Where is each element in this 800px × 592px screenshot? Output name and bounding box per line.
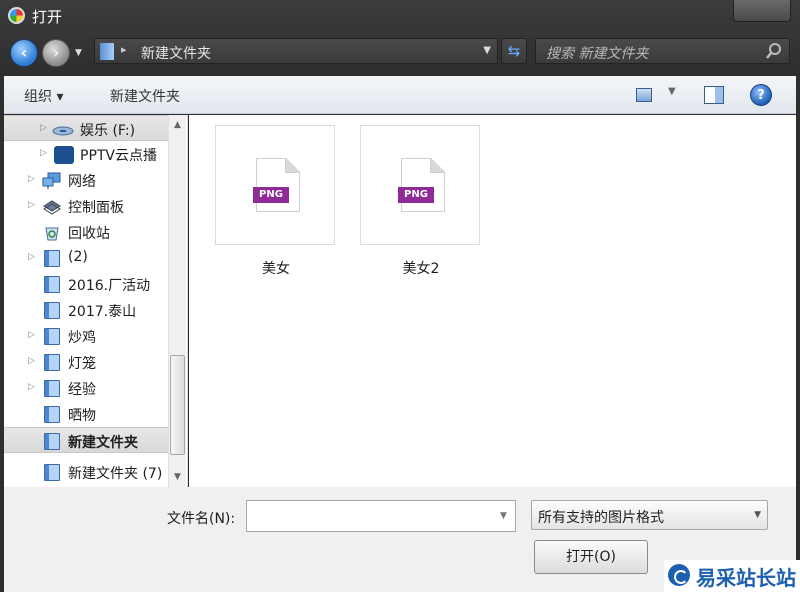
file-name: 美女2 bbox=[402, 261, 440, 277]
scroll-up-icon[interactable]: ▲ bbox=[169, 115, 186, 135]
sidebar-item-network[interactable]: ▷ 网络 bbox=[4, 167, 172, 193]
organize-menu[interactable]: 组织 ▾ bbox=[24, 86, 63, 106]
sidebar-item-label: 晒物 bbox=[68, 408, 96, 424]
refresh-button[interactable]: ⇆ bbox=[501, 38, 527, 64]
filename-dropdown-icon[interactable]: ▼ bbox=[500, 511, 507, 521]
sidebar-item-folder[interactable]: 2016.厂活动 bbox=[4, 271, 172, 297]
title-bar: 打开 bbox=[0, 0, 800, 34]
chevron-down-icon[interactable]: ▼ bbox=[754, 510, 761, 520]
breadcrumb-separator-icon[interactable]: ▸ bbox=[121, 43, 127, 56]
new-folder-button[interactable]: 新建文件夹 bbox=[110, 86, 180, 106]
navigation-bar: ‹ › ▼ ▸ 新建文件夹 ▼ ⇆ 搜索 新建文件夹 bbox=[0, 34, 800, 72]
file-type-badge: PNG bbox=[253, 187, 289, 203]
expand-arrow-icon[interactable]: ▷ bbox=[28, 252, 35, 262]
app-icon bbox=[8, 7, 25, 24]
sidebar-item-label: (2) bbox=[68, 249, 88, 265]
file-type-value: 所有支持的图片格式 bbox=[538, 510, 664, 526]
folder-icon bbox=[44, 250, 60, 267]
sidebar-item-pptv[interactable]: ▷ PPTV云点播 bbox=[4, 141, 172, 167]
search-placeholder: 搜索 新建文件夹 bbox=[546, 46, 649, 62]
sidebar-item-folder[interactable]: ▷ 经验 bbox=[4, 375, 172, 401]
sidebar-item-label: 新建文件夹 bbox=[68, 435, 138, 451]
expand-arrow-icon[interactable]: ▷ bbox=[28, 200, 35, 210]
forward-button[interactable]: › bbox=[42, 39, 70, 67]
expand-arrow-icon[interactable]: ▷ bbox=[28, 330, 35, 340]
sidebar-item-folder[interactable]: ▷ (2) bbox=[4, 245, 172, 271]
png-file-icon: PNG bbox=[398, 158, 445, 212]
sidebar-item-label: 炒鸡 bbox=[68, 330, 96, 346]
open-file-dialog: 打开 ‹ › ▼ ▸ 新建文件夹 ▼ ⇆ 搜索 新建文件夹 组织 ▾ 新建文件夹… bbox=[0, 0, 800, 592]
folder-icon bbox=[44, 464, 60, 481]
search-icon[interactable] bbox=[765, 42, 783, 60]
file-name: 美女 bbox=[262, 261, 290, 277]
folder-icon bbox=[44, 354, 60, 371]
watermark-logo-icon bbox=[668, 564, 690, 586]
help-icon[interactable]: ? bbox=[750, 84, 772, 106]
preview-pane-icon[interactable] bbox=[704, 86, 724, 104]
sidebar-item-folder[interactable]: ▷ 灯笼 bbox=[4, 349, 172, 375]
file-item[interactable]: PNG 美女 bbox=[215, 125, 335, 277]
folder-icon bbox=[44, 302, 60, 319]
filename-field[interactable] bbox=[246, 500, 516, 532]
sidebar-item-label: PPTV云点播 bbox=[80, 148, 158, 164]
view-dropdown-icon[interactable]: ▼ bbox=[668, 86, 676, 97]
sidebar-item-label: 新建文件夹 (7) bbox=[68, 466, 163, 482]
folder-icon bbox=[100, 43, 114, 60]
sidebar-item-drive-f[interactable]: ▷ 娱乐 (F:) bbox=[4, 115, 172, 141]
expand-arrow-icon[interactable]: ▷ bbox=[40, 148, 47, 158]
file-list: PNG 美女 PNG 美女2 bbox=[189, 115, 796, 487]
folder-icon bbox=[44, 380, 60, 397]
file-type-select[interactable]: 所有支持的图片格式 ▼ bbox=[531, 500, 768, 530]
recent-locations-icon[interactable]: ▼ bbox=[75, 48, 82, 58]
file-item[interactable]: PNG 美女2 bbox=[360, 125, 480, 277]
pptv-icon bbox=[54, 146, 74, 164]
sidebar-item-label: 娱乐 (F:) bbox=[80, 123, 136, 139]
recycle-bin-icon bbox=[45, 227, 59, 241]
expand-arrow-icon[interactable]: ▷ bbox=[28, 356, 35, 366]
sidebar-item-current-folder[interactable]: 新建文件夹 bbox=[4, 427, 172, 453]
watermark: 易采站长站 bbox=[664, 560, 800, 592]
sidebar-item-label: 网络 bbox=[68, 174, 96, 190]
control-panel-icon bbox=[43, 200, 61, 215]
sidebar-item-folder[interactable]: ▷ 炒鸡 bbox=[4, 323, 172, 349]
sidebar-item-folder[interactable]: 晒物 bbox=[4, 401, 172, 427]
sidebar-item-label: 灯笼 bbox=[68, 356, 96, 372]
expand-arrow-icon[interactable]: ▷ bbox=[40, 123, 47, 133]
folder-icon bbox=[44, 276, 60, 293]
command-bar: 组织 ▾ 新建文件夹 ▼ ? bbox=[4, 76, 796, 114]
sidebar-item-folder[interactable]: 新建文件夹 (7) bbox=[4, 459, 172, 485]
search-input[interactable]: 搜索 新建文件夹 bbox=[535, 38, 790, 64]
folder-icon bbox=[44, 433, 60, 450]
drive-icon bbox=[52, 126, 74, 136]
sidebar-item-label: 2017.泰山 bbox=[68, 304, 137, 320]
expand-arrow-icon[interactable]: ▷ bbox=[28, 174, 35, 184]
sidebar-item-folder[interactable]: 2017.泰山 bbox=[4, 297, 172, 323]
back-button[interactable]: ‹ bbox=[10, 39, 38, 67]
sidebar-item-recycle-bin[interactable]: 回收站 bbox=[4, 219, 172, 245]
window-title: 打开 bbox=[32, 8, 63, 26]
change-view-icon[interactable] bbox=[636, 88, 652, 102]
folder-icon bbox=[44, 406, 60, 423]
sidebar-item-control-panel[interactable]: ▷ 控制面板 bbox=[4, 193, 172, 219]
sidebar-item-label: 经验 bbox=[68, 382, 96, 398]
network-icon bbox=[42, 172, 61, 189]
close-button[interactable] bbox=[733, 0, 791, 22]
png-file-icon: PNG bbox=[253, 158, 300, 212]
navigation-pane: ▷ 娱乐 (F:) ▷ PPTV云点播 ▷ 网络 ▷ 控制面板 回收站 ▷ (2… bbox=[4, 115, 188, 487]
folder-icon bbox=[44, 328, 60, 345]
scroll-down-icon[interactable]: ▼ bbox=[169, 467, 186, 487]
sidebar-scrollbar[interactable]: ▲ ▼ bbox=[168, 115, 186, 487]
watermark-text: 易采站长站 bbox=[696, 566, 796, 590]
sidebar-item-label: 回收站 bbox=[68, 226, 110, 242]
open-button[interactable]: 打开(O) bbox=[534, 540, 648, 574]
filename-label: 文件名(N): bbox=[167, 511, 236, 527]
scroll-thumb[interactable] bbox=[170, 355, 185, 455]
address-path[interactable]: 新建文件夹 bbox=[141, 43, 211, 63]
file-type-badge: PNG bbox=[398, 187, 434, 203]
address-bar[interactable]: ▸ 新建文件夹 ▼ bbox=[94, 38, 498, 64]
address-dropdown-icon[interactable]: ▼ bbox=[483, 45, 491, 56]
sidebar-item-label: 2016.厂活动 bbox=[68, 278, 151, 294]
expand-arrow-icon[interactable]: ▷ bbox=[28, 382, 35, 392]
sidebar-item-label: 控制面板 bbox=[68, 200, 124, 216]
